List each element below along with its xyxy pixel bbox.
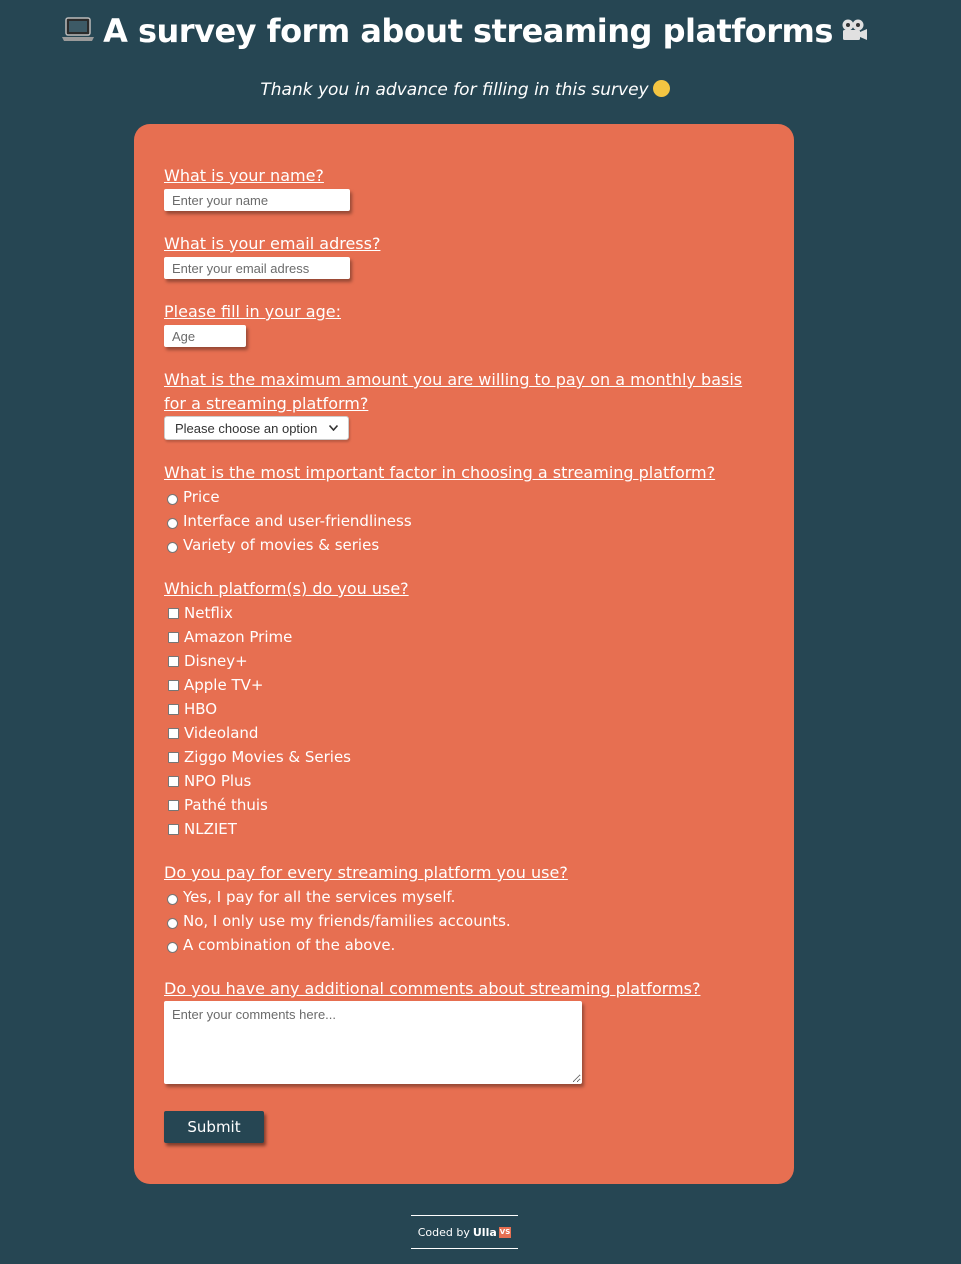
comments-textarea[interactable] — [164, 1001, 582, 1084]
platform-option-label: Pathé thuis — [184, 796, 268, 814]
platform-option-label: HBO — [184, 700, 218, 718]
footer-coded-by: Coded by — [417, 1225, 470, 1239]
payment-option[interactable]: Yes, I pay for all the services myself. — [167, 885, 455, 909]
max-amount-label-line1: What is the maximum amount you are willi… — [164, 370, 743, 389]
footer: Coded by Ulla VS — [411, 1215, 518, 1249]
chevron-down-icon — [328, 423, 339, 434]
survey-form: What is your name? What is your email ad… — [134, 124, 794, 1184]
name-input[interactable] — [164, 189, 350, 211]
email-label: What is your email adress? — [164, 234, 381, 253]
radio-button[interactable] — [167, 493, 178, 505]
platform-option-label: Netflix — [184, 604, 233, 622]
radio-button[interactable] — [167, 941, 178, 953]
payment-option-label: No, I only use my friends/families accou… — [183, 912, 511, 930]
subtitle-text: Thank you in advance for filling in this… — [260, 80, 649, 100]
factor-option[interactable]: Variety of movies & series — [167, 533, 379, 557]
radio-button[interactable] — [167, 893, 178, 905]
checkbox[interactable] — [168, 799, 179, 811]
platform-option[interactable]: Pathé thuis — [168, 793, 268, 817]
email-input[interactable] — [164, 257, 350, 279]
platform-option-label: Apple TV+ — [184, 676, 264, 694]
platform-option[interactable]: Videoland — [168, 721, 258, 745]
factor-label: What is the most important factor in cho… — [164, 463, 716, 482]
comments-label: Do you have any additional comments abou… — [164, 979, 701, 998]
checkbox[interactable] — [168, 823, 179, 835]
age-label: Please fill in your age: — [164, 302, 341, 321]
max-amount-label-line2: for a streaming platform? — [164, 394, 369, 413]
checkbox[interactable] — [168, 679, 179, 691]
hugging-face-icon — [652, 79, 670, 97]
checkbox[interactable] — [168, 751, 179, 763]
platform-option[interactable]: Ziggo Movies & Series — [168, 745, 351, 769]
submit-button[interactable]: Submit — [164, 1111, 264, 1143]
payment-label: Do you pay for every streaming platform … — [164, 863, 568, 882]
payment-option-label: A combination of the above. — [183, 936, 396, 954]
platform-option[interactable]: Disney+ — [168, 649, 248, 673]
factor-option[interactable]: Price — [167, 485, 220, 509]
platform-option-label: Disney+ — [184, 652, 248, 670]
payment-option[interactable]: No, I only use my friends/families accou… — [167, 909, 511, 933]
page-title-text: A survey form about streaming platforms — [103, 12, 833, 50]
checkbox[interactable] — [168, 727, 179, 739]
platform-option-label: Amazon Prime — [184, 628, 293, 646]
platforms-label: Which platform(s) do you use? — [164, 579, 409, 598]
page-title: A survey form about streaming platforms — [0, 12, 930, 50]
movie-camera-icon — [839, 12, 869, 50]
payment-option-label: Yes, I pay for all the services myself. — [183, 888, 456, 906]
platform-option[interactable]: Amazon Prime — [168, 625, 292, 649]
footer-author[interactable]: Ulla — [473, 1226, 497, 1239]
age-input[interactable] — [164, 325, 246, 347]
max-amount-selected: Please choose an option — [175, 420, 318, 436]
platform-option[interactable]: HBO — [168, 697, 217, 721]
radio-button[interactable] — [167, 917, 178, 929]
checkbox[interactable] — [168, 655, 179, 667]
author-logo-icon: VS — [498, 1226, 512, 1238]
checkbox[interactable] — [168, 775, 179, 787]
platform-option-label: Ziggo Movies & Series — [184, 748, 351, 766]
checkbox[interactable] — [168, 607, 179, 619]
factor-option-label: Price — [183, 488, 220, 506]
radio-button[interactable] — [167, 541, 178, 553]
radio-button[interactable] — [167, 517, 178, 529]
laptop-icon — [61, 12, 95, 50]
platform-option-label: NPO Plus — [184, 772, 252, 790]
subtitle: Thank you in advance for filling in this… — [0, 79, 930, 100]
platform-option[interactable]: Netflix — [168, 601, 233, 625]
factor-option[interactable]: Interface and user-friendliness — [167, 509, 412, 533]
platform-option[interactable]: NLZIET — [168, 817, 237, 841]
factor-option-label: Interface and user-friendliness — [183, 512, 412, 530]
checkbox[interactable] — [168, 631, 179, 643]
platform-option[interactable]: Apple TV+ — [168, 673, 263, 697]
payment-option[interactable]: A combination of the above. — [167, 933, 395, 957]
platform-option-label: NLZIET — [184, 820, 237, 838]
checkbox[interactable] — [168, 703, 179, 715]
factor-option-label: Variety of movies & series — [183, 536, 380, 554]
max-amount-select[interactable]: Please choose an option — [164, 416, 349, 440]
platform-option[interactable]: NPO Plus — [168, 769, 251, 793]
name-label: What is your name? — [164, 166, 324, 185]
platform-option-label: Videoland — [184, 724, 259, 742]
